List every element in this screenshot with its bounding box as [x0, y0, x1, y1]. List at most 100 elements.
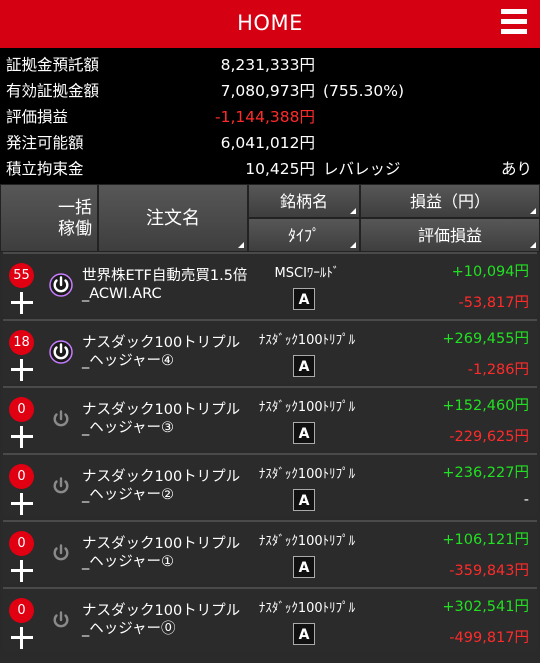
position-count-badge: 18 — [9, 330, 34, 355]
order-name-line1: ナスダック100トリプル — [82, 603, 241, 619]
order-row[interactable]: 0 ナスダック100トリプル _ヘッジャー③ ﾅｽﾀﾞｯｸ100ﾄﾘﾌﾟﾙ A … — [3, 386, 537, 450]
sort-order-name[interactable]: 注文名 — [98, 184, 248, 252]
order-name-line1: 世界株ETF自動売買1.5倍 — [82, 268, 248, 284]
brand-header: 銘柄名 — [279, 192, 328, 211]
order-row[interactable]: 0 ナスダック100トリプル _ヘッジャー② ﾅｽﾀﾞｯｸ100ﾄﾘﾌﾟﾙ A … — [3, 453, 537, 517]
margin-ratio: (755.30%) — [323, 82, 405, 100]
header-bar: HOME — [0, 0, 540, 48]
summary-label: 有効証拠金額 — [6, 82, 100, 100]
order-row[interactable]: 0 ナスダック100トリプル _ヘッジャー⓪ ﾅｽﾀﾞｯｸ100ﾄﾘﾌﾟﾙ A … — [3, 587, 537, 651]
order-name-line1: ナスダック100トリプル — [82, 469, 241, 485]
sort-profit-loss[interactable]: 損益（円） — [360, 184, 540, 218]
summary-label: 証拠金預託額 — [6, 56, 100, 74]
unrealized-pl: - — [523, 492, 529, 508]
order-name-line1: ナスダック100トリプル — [82, 335, 241, 351]
summary-label: 積立拘束金 — [6, 160, 84, 178]
brand-name: ﾅｽﾀﾞｯｸ100ﾄﾘﾌﾟﾙ — [258, 333, 356, 348]
sort-triangle-icon — [350, 242, 356, 248]
add-icon[interactable] — [11, 359, 33, 381]
type-header: ﾀｲﾌﾟ — [287, 226, 320, 245]
eval-header: 評価損益 — [417, 226, 482, 245]
summary-label: 評価損益 — [6, 108, 69, 126]
profit-loss: +269,455円 — [442, 331, 529, 347]
summary-value: 10,425円 — [245, 160, 315, 178]
hamburger-menu-icon[interactable] — [501, 8, 527, 36]
sort-type[interactable]: ﾀｲﾌﾟ — [248, 218, 360, 252]
leverage-label: レバレッジ — [323, 160, 401, 178]
position-count-badge: 0 — [9, 397, 34, 422]
add-icon[interactable] — [11, 560, 33, 582]
sort-triangle-icon — [530, 208, 536, 214]
summary-value: 6,041,012円 — [220, 134, 315, 152]
profit-loss: +10,094円 — [451, 264, 529, 280]
pl-header: 損益（円） — [409, 192, 490, 211]
bulk-activate-header[interactable]: 一括 稼働 — [0, 184, 98, 252]
bulk-label-1: 一括 — [58, 198, 92, 218]
summary-row-effective-margin: 有効証拠金額 7,080,973円 (755.30%) — [0, 78, 540, 104]
summary-label: 発注可能額 — [6, 134, 84, 152]
order-row[interactable]: 0 ナスダック100トリプル _ヘッジャー① ﾅｽﾀﾞｯｸ100ﾄﾘﾌﾟﾙ A … — [3, 520, 537, 584]
add-icon[interactable] — [11, 292, 33, 314]
order-row[interactable]: 55 世界株ETF自動売買1.5倍 _ACWI.ARC MSCIﾜｰﾙﾄﾞ A … — [3, 252, 537, 316]
add-icon[interactable] — [11, 493, 33, 515]
order-name: ナスダック100トリプル _ヘッジャー② — [82, 468, 252, 504]
order-name-line2: _ヘッジャー② — [82, 487, 175, 503]
summary-row-reserve: 積立拘束金 10,425円 レバレッジ あり — [0, 156, 540, 182]
type-badge: A — [293, 288, 315, 310]
order-row[interactable]: 18 ナスダック100トリプル _ヘッジャー④ ﾅｽﾀﾞｯｸ100ﾄﾘﾌﾟﾙ A… — [3, 319, 537, 383]
profit-loss: +152,460円 — [442, 398, 529, 414]
order-name-line2: _ヘッジャー⓪ — [82, 621, 176, 637]
unrealized-pl: -1,286円 — [467, 362, 529, 378]
sort-triangle-icon — [530, 242, 536, 248]
add-icon[interactable] — [11, 627, 33, 649]
page-title: HOME — [237, 11, 303, 35]
order-name-header: 注文名 — [146, 208, 200, 229]
profit-loss: +302,541円 — [442, 599, 529, 615]
order-name: ナスダック100トリプル _ヘッジャー⓪ — [82, 602, 252, 638]
sort-unrealized[interactable]: 評価損益 — [360, 218, 540, 252]
sort-triangle-icon — [238, 242, 244, 248]
sort-brand[interactable]: 銘柄名 — [248, 184, 360, 218]
summary-value: 7,080,973円 — [220, 82, 315, 100]
power-icon[interactable] — [48, 473, 74, 499]
type-badge: A — [293, 422, 315, 444]
app-root: HOME 証拠金預託額 8,231,333円 有効証拠金額 7,080,973円… — [0, 0, 540, 663]
order-list: 55 世界株ETF自動売買1.5倍 _ACWI.ARC MSCIﾜｰﾙﾄﾞ A … — [0, 252, 540, 663]
column-header: 一括 稼働 注文名 銘柄名 ﾀｲﾌﾟ 損益（円） 評価損益 — [0, 184, 540, 252]
unrealized-pl: -499,817円 — [449, 630, 529, 646]
power-icon[interactable] — [48, 272, 74, 298]
brand-name: ﾅｽﾀﾞｯｸ100ﾄﾘﾌﾟﾙ — [258, 534, 356, 549]
account-summary: 証拠金預託額 8,231,333円 有効証拠金額 7,080,973円 (755… — [0, 50, 540, 184]
summary-value: 8,231,333円 — [220, 56, 315, 74]
order-name-line1: ナスダック100トリプル — [82, 402, 241, 418]
summary-row-deposit: 証拠金預託額 8,231,333円 — [0, 52, 540, 78]
order-name: ナスダック100トリプル _ヘッジャー③ — [82, 401, 252, 437]
type-badge: A — [293, 355, 315, 377]
summary-row-unrealized-pl: 評価損益 -1,144,388円 — [0, 104, 540, 130]
profit-loss: +236,227円 — [442, 465, 529, 481]
brand-name: ﾅｽﾀﾞｯｸ100ﾄﾘﾌﾟﾙ — [258, 400, 356, 415]
type-badge: A — [293, 489, 315, 511]
brand-name: ﾅｽﾀﾞｯｸ100ﾄﾘﾌﾟﾙ — [258, 601, 356, 616]
add-icon[interactable] — [11, 426, 33, 448]
summary-row-available: 発注可能額 6,041,012円 — [0, 130, 540, 156]
profit-loss: +106,121円 — [442, 532, 529, 548]
power-icon[interactable] — [48, 339, 74, 365]
power-icon[interactable] — [48, 607, 74, 633]
position-count-badge: 0 — [9, 531, 34, 556]
order-name-line2: _ヘッジャー① — [82, 554, 175, 570]
bulk-label-2: 稼働 — [58, 219, 92, 239]
order-name-line2: _ヘッジャー④ — [82, 353, 175, 369]
summary-value: -1,144,388円 — [215, 108, 315, 126]
power-icon[interactable] — [48, 540, 74, 566]
sort-triangle-icon — [350, 208, 356, 214]
power-icon[interactable] — [48, 406, 74, 432]
order-name-line2: _ACWI.ARC — [82, 286, 162, 302]
unrealized-pl: -359,843円 — [449, 563, 529, 579]
brand-name: MSCIﾜｰﾙﾄﾞ — [274, 266, 340, 281]
order-name-line1: ナスダック100トリプル — [82, 536, 241, 552]
type-badge: A — [293, 556, 315, 578]
position-count-badge: 55 — [9, 263, 34, 288]
order-name: ナスダック100トリプル _ヘッジャー① — [82, 535, 252, 571]
order-name: ナスダック100トリプル _ヘッジャー④ — [82, 334, 252, 370]
